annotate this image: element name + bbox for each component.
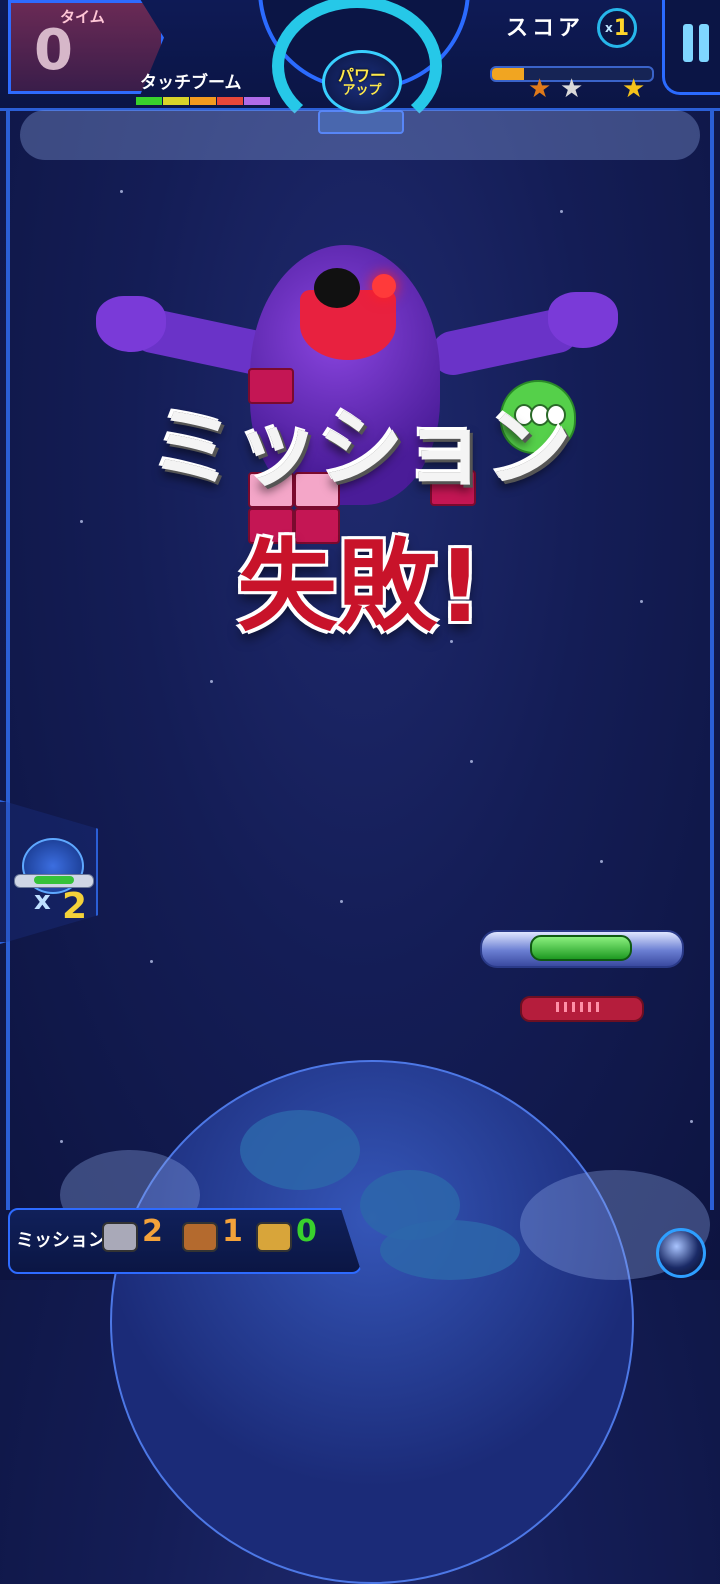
power-up-button[interactable]: パワー アップ xyxy=(322,50,402,114)
score-progress-fill xyxy=(492,68,524,80)
pause-icon xyxy=(683,24,693,62)
field-border-right xyxy=(710,110,714,1210)
brown-cat-count: 1 xyxy=(222,1214,243,1249)
gray-cat-count: 2 xyxy=(142,1214,163,1249)
touch-boom-segment xyxy=(244,97,270,105)
monster-eye xyxy=(372,274,396,298)
field-border-left xyxy=(6,110,10,1210)
touch-boom-meter xyxy=(136,97,270,105)
multiplier-prefix: x xyxy=(604,21,613,35)
cloud xyxy=(20,110,700,160)
mission-label: ミッション xyxy=(16,1230,106,1251)
touch-boom-segment xyxy=(217,97,243,105)
planet-land xyxy=(380,1220,520,1280)
planet-earth xyxy=(110,1060,634,1584)
pause-button[interactable] xyxy=(662,0,720,95)
shield-count: 2 xyxy=(62,886,88,927)
touch-boom-label: タッチブーム xyxy=(140,73,242,93)
planet-land xyxy=(240,1110,360,1190)
mission-text: ミッション xyxy=(150,399,572,499)
bronze-star-icon: ★ xyxy=(528,74,552,104)
paddle-core xyxy=(530,935,632,961)
time-value: 0 xyxy=(34,18,73,83)
touch-boom-segment xyxy=(190,97,216,105)
power-up-label-top: パワー xyxy=(337,65,386,85)
monster-right-claw xyxy=(548,292,618,348)
yellow-cat-count: 0 xyxy=(296,1214,317,1249)
shield-paddle-fill xyxy=(34,876,74,884)
monster-eyepatch xyxy=(314,268,360,308)
score-multiplier: x1 xyxy=(597,8,637,48)
touch-boom-segment xyxy=(163,97,189,105)
score-label: スコア xyxy=(506,16,585,41)
gray-cat-icon xyxy=(102,1222,138,1252)
monster-left-claw xyxy=(96,296,166,352)
orb-icon[interactable] xyxy=(656,1228,706,1278)
yellow-cat-icon xyxy=(256,1222,292,1252)
touch-boom-segment xyxy=(136,97,162,105)
gold-star-icon: ★ xyxy=(622,74,646,104)
failed-text: 失敗! xyxy=(237,528,483,645)
silver-star-icon: ★ xyxy=(560,74,584,104)
power-up-label-bottom: アップ xyxy=(342,82,382,98)
brown-cat-icon xyxy=(182,1222,218,1252)
multiplier-value: 1 xyxy=(613,15,630,41)
shield-count-prefix: x xyxy=(34,886,51,916)
